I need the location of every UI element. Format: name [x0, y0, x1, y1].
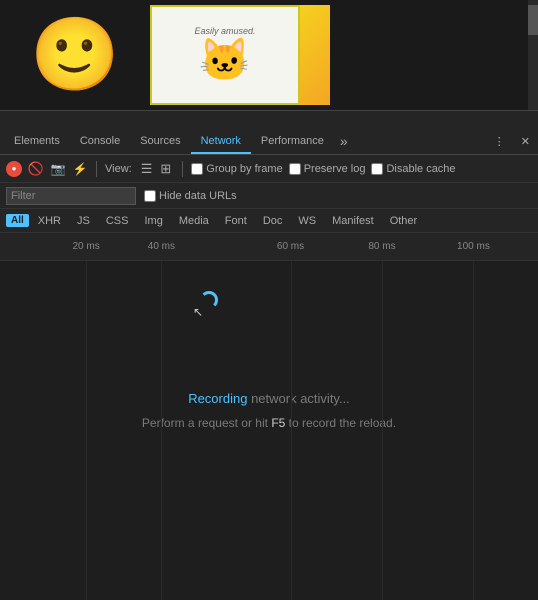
- type-filter-bar: All XHR JS CSS Img Media Font Doc WS Man…: [0, 209, 538, 233]
- type-filter-media[interactable]: Media: [172, 213, 216, 229]
- hint-text: Perform a request or hit F5 to record th…: [142, 416, 396, 430]
- time-marker-20ms: 20 ms: [72, 241, 99, 252]
- toolbar-separator-2: [182, 161, 183, 177]
- grid-line-5: [473, 261, 474, 600]
- screenshot-button[interactable]: 📷: [50, 161, 66, 177]
- network-toolbar: ● 🚫 📷 ⚡ View: ☰ ⊞ Group by frame Preserv…: [0, 155, 538, 183]
- hide-data-urls-label: Hide data URLs: [159, 190, 237, 202]
- toolbar-separator-1: [96, 161, 97, 177]
- tab-actions: ⋮ ✕: [490, 133, 534, 154]
- disable-cache-option: Disable cache: [371, 163, 455, 175]
- cursor-indicator: ↖: [193, 305, 203, 319]
- recording-text: Recording network activity...: [188, 391, 350, 406]
- devtools-panel: Elements Console Sources Network Perform…: [0, 110, 538, 600]
- page-scrollbar[interactable]: [528, 0, 538, 110]
- timeline-track: 20 ms 40 ms 60 ms 80 ms 100 ms: [0, 233, 538, 260]
- hide-data-urls-option: Hide data URLs: [144, 190, 237, 202]
- grid-line-1: [86, 261, 87, 600]
- preserve-log-option: Preserve log: [289, 163, 366, 175]
- close-devtools-button[interactable]: ✕: [517, 133, 534, 150]
- disable-cache-checkbox[interactable]: [371, 163, 383, 175]
- customize-button[interactable]: ⋮: [490, 133, 509, 150]
- record-button[interactable]: ●: [6, 161, 22, 177]
- tab-performance[interactable]: Performance: [251, 130, 334, 154]
- recording-highlight: Recording: [188, 391, 247, 406]
- view-toggle: ☰ ⊞: [138, 161, 175, 176]
- disable-cache-label: Disable cache: [386, 163, 455, 175]
- tab-console[interactable]: Console: [70, 130, 130, 154]
- type-filter-ws[interactable]: WS: [291, 213, 323, 229]
- scrollbar-thumb[interactable]: [528, 5, 538, 35]
- devtools-tab-bar: Elements Console Sources Network Perform…: [0, 125, 538, 155]
- grid-view-button[interactable]: ⊞: [157, 161, 174, 176]
- tab-elements[interactable]: Elements: [4, 130, 70, 154]
- partial-image: [300, 5, 330, 105]
- type-filter-other[interactable]: Other: [383, 213, 425, 229]
- view-label: View:: [105, 163, 132, 175]
- recording-suffix: network activity...: [247, 391, 349, 406]
- type-filter-xhr[interactable]: XHR: [31, 213, 68, 229]
- type-filter-all[interactable]: All: [6, 214, 29, 227]
- type-filter-css[interactable]: CSS: [99, 213, 136, 229]
- emoji-image: 🙂: [0, 5, 150, 105]
- hide-data-urls-checkbox[interactable]: [144, 190, 156, 202]
- filter-row: Hide data URLs: [0, 183, 538, 209]
- tab-sources[interactable]: Sources: [130, 130, 190, 154]
- time-marker-100ms: 100 ms: [457, 241, 490, 252]
- hint-prefix: Perform a request or hit: [142, 416, 271, 430]
- group-by-frame-option: Group by frame: [191, 163, 282, 175]
- pusheen-image: Easily amused. 🐱: [150, 5, 300, 105]
- preserve-log-label: Preserve log: [304, 163, 366, 175]
- pusheen-cat: 🐱: [199, 36, 251, 85]
- hint-key: F5: [271, 416, 285, 430]
- recording-messages: Recording network activity... Perform a …: [142, 261, 396, 600]
- time-marker-40ms: 40 ms: [148, 241, 175, 252]
- preserve-log-checkbox[interactable]: [289, 163, 301, 175]
- type-filter-manifest[interactable]: Manifest: [325, 213, 381, 229]
- time-marker-60ms: 60 ms: [277, 241, 304, 252]
- filter-toggle-button[interactable]: ⚡: [72, 161, 88, 177]
- pusheen-caption: Easily amused.: [194, 26, 255, 36]
- type-filter-js[interactable]: JS: [70, 213, 97, 229]
- time-marker-80ms: 80 ms: [368, 241, 395, 252]
- network-content: ↖ Recording network activity... Perform …: [0, 261, 538, 600]
- clear-button[interactable]: 🚫: [28, 161, 44, 177]
- browser-content-area: 🙂 Easily amused. 🐱: [0, 0, 538, 110]
- type-filter-doc[interactable]: Doc: [256, 213, 290, 229]
- timeline-header: 20 ms 40 ms 60 ms 80 ms 100 ms: [0, 233, 538, 261]
- group-by-frame-checkbox[interactable]: [191, 163, 203, 175]
- devtools-top-strip: [0, 110, 538, 125]
- tab-network[interactable]: Network: [191, 130, 251, 154]
- type-filter-font[interactable]: Font: [218, 213, 254, 229]
- group-by-frame-label: Group by frame: [206, 163, 282, 175]
- filter-input[interactable]: [6, 187, 136, 205]
- type-filter-img[interactable]: Img: [137, 213, 169, 229]
- hint-suffix: to record the reload.: [285, 416, 396, 430]
- list-view-button[interactable]: ☰: [138, 161, 156, 176]
- tab-overflow[interactable]: »: [334, 128, 354, 154]
